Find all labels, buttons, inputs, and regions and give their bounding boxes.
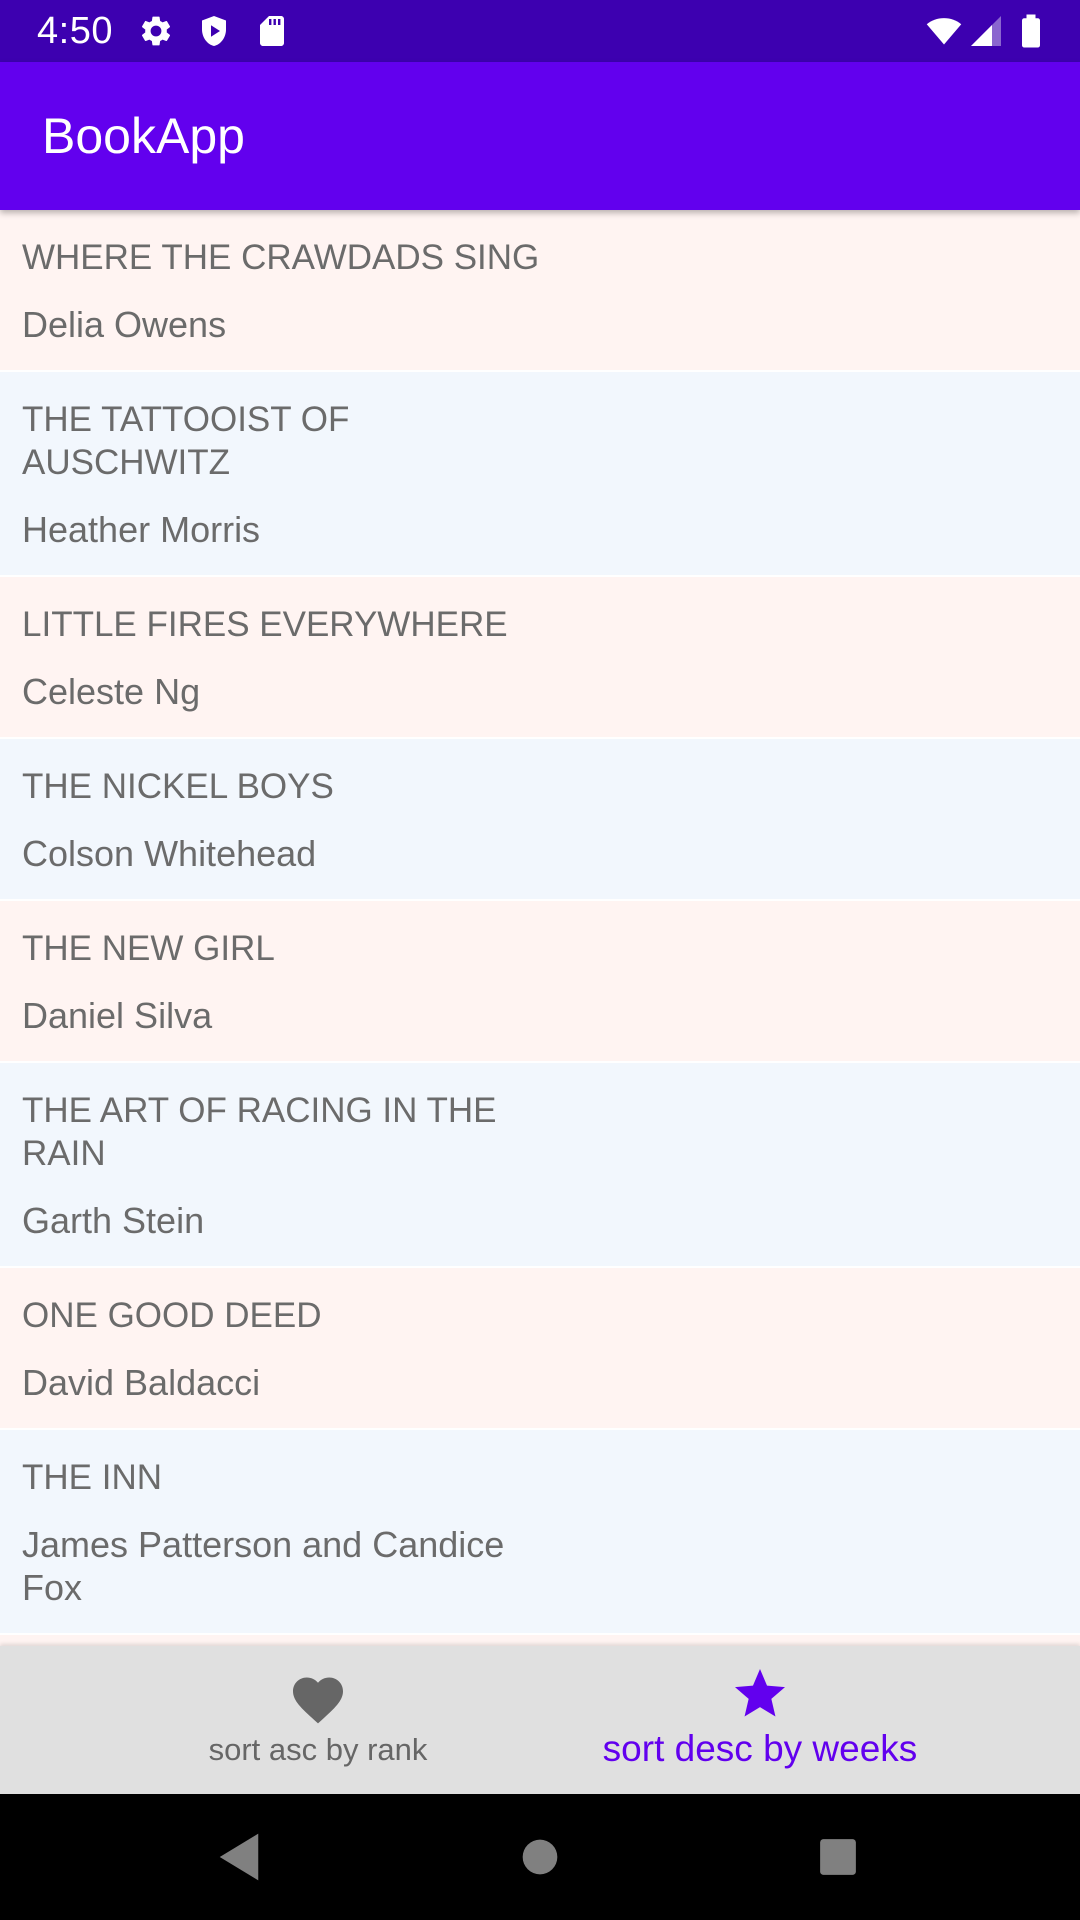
book-author: Colson Whitehead bbox=[22, 833, 317, 874]
shield-icon bbox=[196, 13, 232, 49]
sd-card-icon bbox=[254, 13, 290, 49]
app-title: BookApp bbox=[42, 108, 245, 164]
book-title: ONE GOOD DEED bbox=[22, 1296, 322, 1335]
heart-icon bbox=[288, 1670, 348, 1730]
book-list-item[interactable]: THE INN James Patterson and Candice Fox bbox=[0, 1430, 1080, 1633]
book-author: Garth Stein bbox=[22, 1200, 205, 1241]
book-list[interactable]: WHERE THE CRAWDADS SING Delia Owens THE … bbox=[0, 210, 1080, 1646]
book-title: THE INN bbox=[22, 1458, 162, 1497]
home-icon[interactable] bbox=[507, 1824, 573, 1890]
book-title: THE ART OF RACING IN THE RAIN bbox=[22, 1091, 497, 1173]
book-list-item[interactable]: LITTLE FIRES EVERYWHERE Celeste Ng bbox=[0, 577, 1080, 737]
book-title: THE TATTOOIST OF AUSCHWITZ bbox=[22, 400, 350, 482]
book-author: James Patterson and Candice Fox bbox=[22, 1524, 505, 1608]
book-title: WHERE THE CRAWDADS SING bbox=[22, 238, 540, 277]
status-time: 4:50 bbox=[37, 10, 113, 52]
book-list-item[interactable]: THE NEW GIRL Daniel Silva bbox=[0, 901, 1080, 1061]
book-title: THE NICKEL BOYS bbox=[22, 767, 334, 806]
nav-label: sort desc by weeks bbox=[602, 1728, 918, 1769]
book-author: Daniel Silva bbox=[22, 995, 213, 1036]
back-icon[interactable] bbox=[206, 1824, 272, 1890]
bottom-navigation: sort asc by rank sort desc by weeks bbox=[0, 1646, 1080, 1794]
book-author: Delia Owens bbox=[22, 304, 227, 345]
book-list-item-partial[interactable] bbox=[0, 1635, 1080, 1646]
book-title: LITTLE FIRES EVERYWHERE bbox=[22, 605, 508, 644]
book-list-item[interactable]: THE NICKEL BOYS Colson Whitehead bbox=[0, 739, 1080, 899]
star-icon bbox=[730, 1664, 790, 1724]
sort-asc-by-rank-tab[interactable]: sort asc by rank bbox=[128, 1646, 508, 1794]
cellular-signal-icon bbox=[968, 13, 1004, 49]
wifi-icon bbox=[922, 13, 966, 49]
recents-icon[interactable] bbox=[805, 1824, 871, 1890]
book-author: David Baldacci bbox=[22, 1362, 261, 1403]
book-list-item[interactable]: THE ART OF RACING IN THE RAIN Garth Stei… bbox=[0, 1063, 1080, 1266]
battery-icon bbox=[1014, 13, 1048, 49]
book-list-item[interactable]: ONE GOOD DEED David Baldacci bbox=[0, 1268, 1080, 1428]
book-author: Heather Morris bbox=[22, 509, 261, 550]
status-bar: 4:50 bbox=[0, 0, 1080, 62]
app-bar: BookApp bbox=[0, 62, 1080, 210]
nav-label: sort asc by rank bbox=[208, 1732, 428, 1767]
book-author: Celeste Ng bbox=[22, 671, 201, 712]
system-navigation-bar bbox=[0, 1794, 1080, 1920]
gear-icon bbox=[138, 13, 174, 49]
sort-desc-by-weeks-tab[interactable]: sort desc by weeks bbox=[570, 1646, 950, 1794]
book-list-item[interactable]: THE TATTOOIST OF AUSCHWITZ Heather Morri… bbox=[0, 372, 1080, 575]
book-list-item[interactable]: WHERE THE CRAWDADS SING Delia Owens bbox=[0, 210, 1080, 370]
book-title: THE NEW GIRL bbox=[22, 929, 275, 968]
